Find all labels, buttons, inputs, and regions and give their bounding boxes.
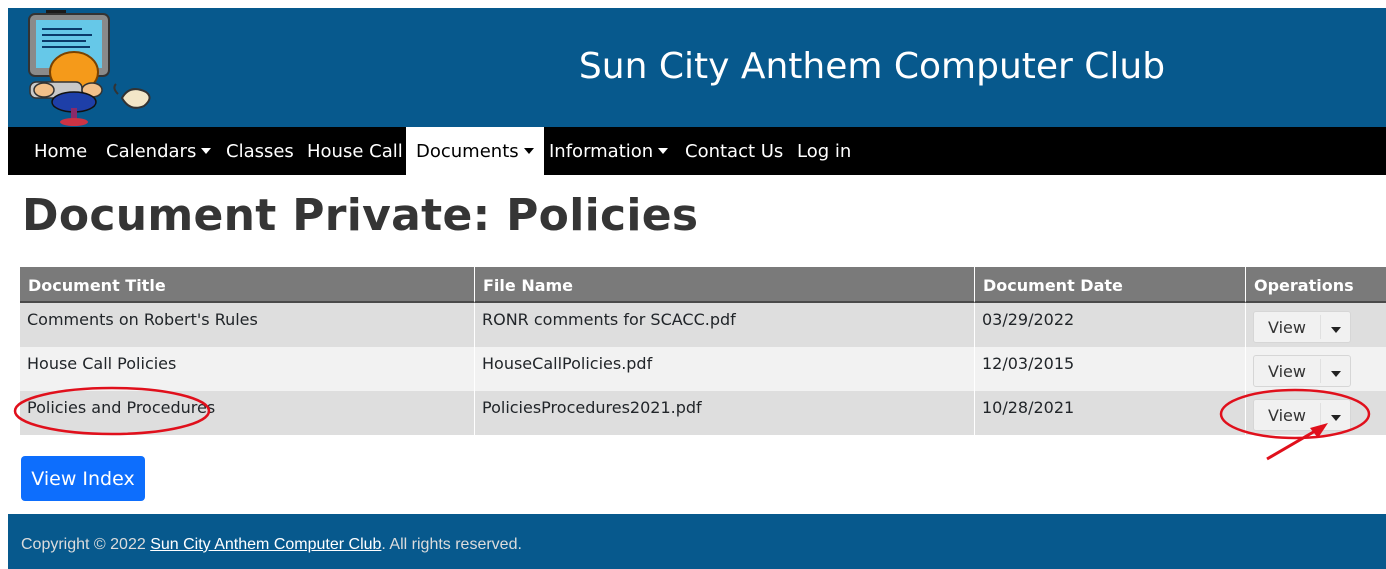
nav-label: Information [549, 141, 654, 162]
nav-label: Classes [226, 141, 294, 162]
column-header-date[interactable]: Document Date [975, 267, 1246, 303]
nav-calendars[interactable]: Calendars [106, 127, 212, 175]
view-button[interactable]: View [1254, 400, 1320, 432]
nav-home[interactable]: Home [34, 127, 87, 175]
nav-label: Contact Us [685, 141, 784, 162]
table-row: Comments on Robert's Rules RONR comments… [20, 303, 1386, 347]
nav-log-in[interactable]: Log in [797, 127, 851, 175]
operations-dropdown-toggle[interactable] [1321, 356, 1350, 386]
cell-file-name: HouseCallPolicies.pdf [475, 347, 975, 391]
computer-user-cartoon-icon [28, 10, 151, 126]
operations-dropdown-toggle[interactable] [1321, 312, 1350, 342]
column-header-file-name[interactable]: File Name [475, 267, 975, 303]
cell-document-title[interactable]: Policies and Procedures [20, 391, 475, 435]
caret-down-icon [523, 147, 534, 154]
nav-classes[interactable]: Classes [226, 127, 294, 175]
nav-information[interactable]: Information [549, 127, 669, 175]
table-header-row: Document Title File Name Document Date O… [20, 267, 1386, 303]
nav-contact-us[interactable]: Contact Us [685, 127, 783, 175]
view-split-button: View [1253, 355, 1351, 387]
nav-documents[interactable]: Documents [406, 127, 544, 175]
operations-dropdown-toggle[interactable] [1321, 400, 1350, 430]
site-footer: Copyright © 2022 Sun City Anthem Compute… [8, 514, 1386, 569]
nav-label: Calendars [106, 141, 197, 162]
page-title: Document Private: Policies [22, 190, 699, 241]
view-button[interactable]: View [1254, 312, 1320, 344]
nav-label: Documents [416, 141, 519, 162]
cell-document-date: 03/29/2022 [975, 303, 1246, 347]
column-header-operations: Operations [1246, 267, 1386, 303]
cell-document-title[interactable]: House Call Policies [20, 347, 475, 391]
club-logo[interactable] [22, 10, 172, 127]
caret-down-icon [1331, 371, 1341, 377]
cell-document-date: 10/28/2021 [975, 391, 1246, 435]
nav-label: House Call [307, 141, 403, 162]
footer-club-link[interactable]: Sun City Anthem Computer Club [150, 536, 381, 553]
cell-document-date: 12/03/2015 [975, 347, 1246, 391]
nav-label: Home [34, 141, 88, 162]
caret-down-icon [1331, 327, 1341, 333]
view-split-button: View [1253, 311, 1351, 343]
copyright-prefix: Copyright © 2022 [21, 536, 146, 553]
table-row: House Call Policies HouseCallPolicies.pd… [20, 347, 1386, 391]
cell-file-name: PoliciesProcedures2021.pdf [475, 391, 975, 435]
column-header-title[interactable]: Document Title [20, 267, 475, 303]
copyright-text: Copyright © 2022 Sun City Anthem Compute… [21, 536, 522, 554]
cell-file-name: RONR comments for SCACC.pdf [475, 303, 975, 347]
view-split-button: View [1253, 399, 1351, 431]
caret-down-icon [658, 147, 669, 154]
view-index-button[interactable]: View Index [21, 456, 145, 501]
cell-document-title[interactable]: Comments on Robert's Rules [20, 303, 475, 347]
table-row: Policies and Procedures PoliciesProcedur… [20, 391, 1386, 435]
main-nav: Home Calendars Classes House Call Docume… [8, 127, 1386, 175]
site-header: Sun City Anthem Computer Club [8, 8, 1386, 127]
caret-down-icon [1331, 415, 1341, 421]
site-title: Sun City Anthem Computer Club [578, 46, 1166, 87]
nav-house-call[interactable]: House Call [307, 127, 403, 175]
view-button[interactable]: View [1254, 356, 1320, 388]
copyright-suffix: . All rights reserved. [381, 536, 522, 553]
nav-label: Log in [797, 141, 852, 162]
caret-down-icon [201, 147, 212, 154]
